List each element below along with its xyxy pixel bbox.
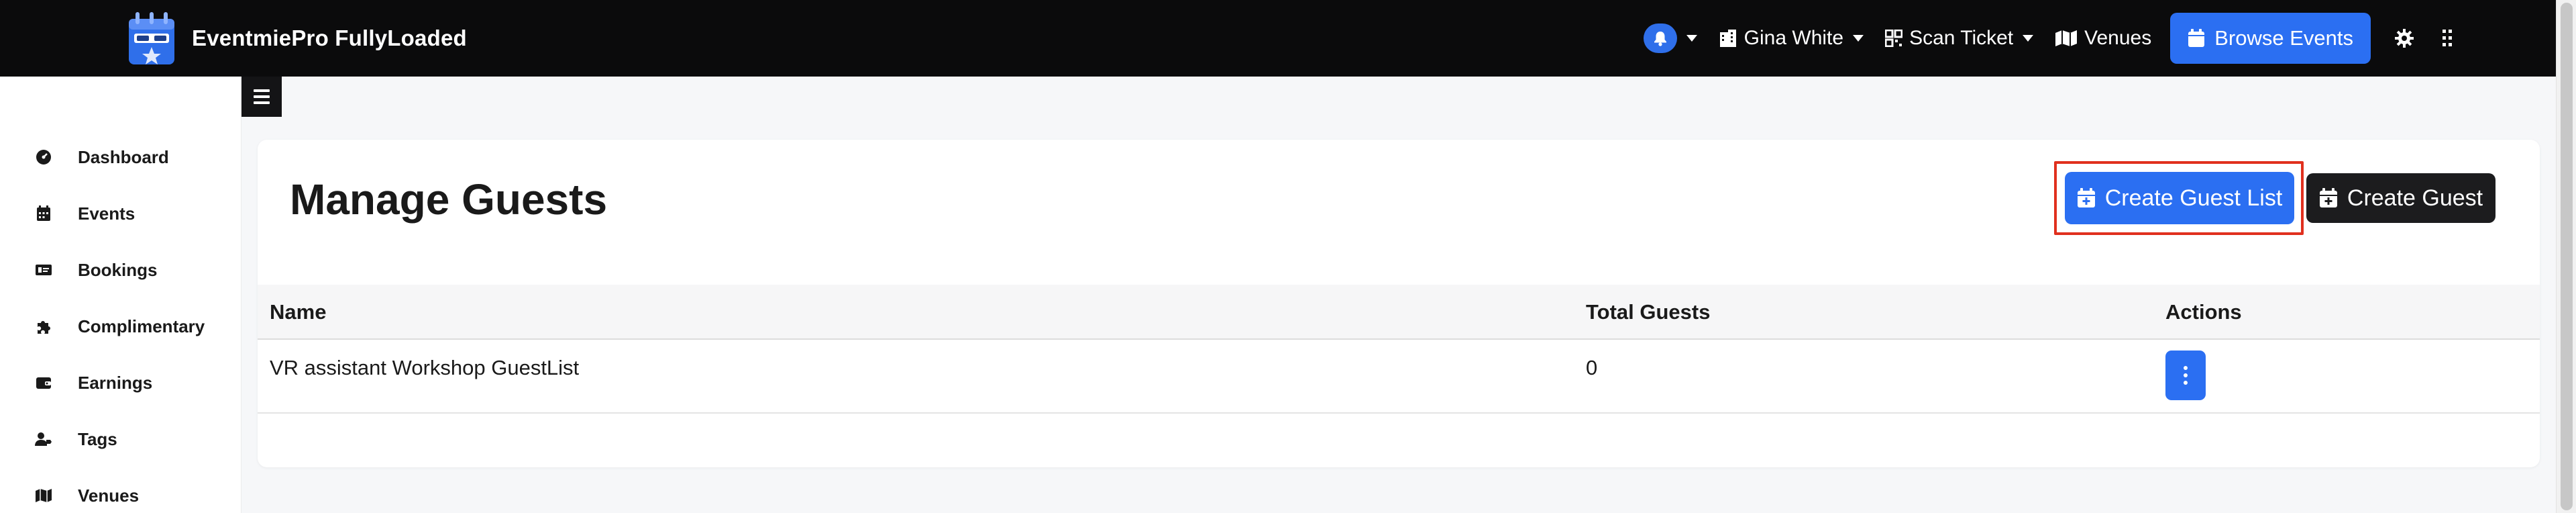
- user-name: Gina White: [1743, 27, 1844, 49]
- calendar-icon: [34, 203, 54, 224]
- sidebar-item-events[interactable]: Events: [0, 195, 241, 232]
- create-guest-button[interactable]: Create Guest: [2306, 173, 2496, 223]
- sidebar-item-complimentary[interactable]: Complimentary: [0, 308, 241, 345]
- chevron-down-icon: [1686, 35, 1697, 42]
- sidebar-toggle-button[interactable]: [241, 77, 282, 117]
- user-tag-icon: [34, 429, 54, 449]
- sidebar-item-bookings[interactable]: Bookings: [0, 251, 241, 289]
- calendar-icon: [2188, 29, 2205, 47]
- building-icon: [1719, 30, 1736, 47]
- hamburger-icon: [254, 88, 270, 106]
- column-header-name[interactable]: Name: [270, 285, 326, 340]
- table-header: Name Total Guests Actions: [258, 285, 2540, 340]
- grid-dots-icon: [2443, 30, 2452, 46]
- venues-label: Venues: [2084, 27, 2152, 49]
- navbar-right: Gina White Scan Ticket Venues Browse Eve…: [1633, 0, 2469, 77]
- page-scrollbar[interactable]: [2556, 0, 2576, 513]
- top-navbar: EventmiePro FullyLoaded Gina White Scan …: [0, 0, 2576, 77]
- scrollbar-thumb[interactable]: [2561, 3, 2573, 510]
- user-menu-dropdown[interactable]: Gina White: [1708, 0, 1874, 77]
- ellipsis-vertical-icon: [2184, 366, 2188, 370]
- sidebar-item-label: Complimentary: [78, 316, 205, 336]
- bell-icon: [1643, 24, 1677, 53]
- page-title: Manage Guests: [290, 175, 608, 224]
- sidebar-item-label: Dashboard: [78, 146, 169, 167]
- browse-events-label: Browse Events: [2214, 26, 2353, 50]
- brand-logo-icon: [129, 12, 174, 64]
- venues-link[interactable]: Venues: [2044, 0, 2162, 77]
- qrcode-icon: [1885, 30, 1903, 47]
- wallet-icon: [34, 373, 54, 393]
- chevron-down-icon: [2023, 35, 2034, 42]
- notifications-dropdown[interactable]: [1633, 0, 1708, 77]
- sidebar-item-earnings[interactable]: Earnings: [0, 364, 241, 402]
- map-icon: [34, 485, 54, 506]
- gear-icon: [2395, 29, 2414, 48]
- ticket-icon: [34, 260, 54, 280]
- browse-events-button[interactable]: Browse Events: [2170, 13, 2371, 64]
- sidebar-item-tags[interactable]: Tags: [0, 420, 241, 458]
- scan-ticket-dropdown[interactable]: Scan Ticket: [1874, 0, 2044, 77]
- column-header-actions: Actions: [2165, 300, 2242, 324]
- sidebar-item-label: Bookings: [78, 259, 158, 280]
- sidebar-item-label: Earnings: [78, 372, 153, 393]
- map-icon: [2055, 30, 2078, 46]
- table-row: VR assistant Workshop GuestList 0: [258, 340, 2540, 414]
- settings-button[interactable]: [2383, 0, 2426, 77]
- sidebar-item-label: Venues: [78, 485, 140, 506]
- column-header-total-guests[interactable]: Total Guests: [1586, 285, 1710, 340]
- dashboard-gauge-icon: [34, 147, 54, 167]
- sidebar: Dashboard Events Bookings Complimentary …: [0, 77, 241, 513]
- row-actions-button[interactable]: [2165, 351, 2206, 400]
- sidebar-item-dashboard[interactable]: Dashboard: [0, 138, 241, 176]
- create-guest-list-label: Create Guest List: [2104, 185, 2283, 211]
- manage-guests-card: Manage Guests Create Guest List Create G…: [258, 140, 2540, 467]
- sidebar-item-label: Tags: [78, 428, 117, 449]
- create-guest-label: Create Guest: [2347, 185, 2483, 211]
- sidebar-item-label: Events: [78, 203, 136, 224]
- sidebar-item-venues[interactable]: Venues: [0, 477, 241, 513]
- brand[interactable]: EventmiePro FullyLoaded: [126, 8, 467, 68]
- brand-name: EventmiePro FullyLoaded: [192, 26, 467, 50]
- chevron-down-icon: [1853, 35, 1864, 42]
- calendar-plus-icon: [2319, 188, 2337, 207]
- apps-menu-button[interactable]: [2426, 0, 2469, 77]
- calendar-plus-icon: [2077, 188, 2095, 207]
- total-guests-value: 0: [1586, 356, 1598, 379]
- create-guest-list-button[interactable]: Create Guest List: [2065, 172, 2294, 224]
- scan-ticket-label: Scan Ticket: [1909, 27, 2014, 49]
- puzzle-icon: [34, 316, 54, 336]
- guest-list-name: VR assistant Workshop GuestList: [270, 356, 580, 379]
